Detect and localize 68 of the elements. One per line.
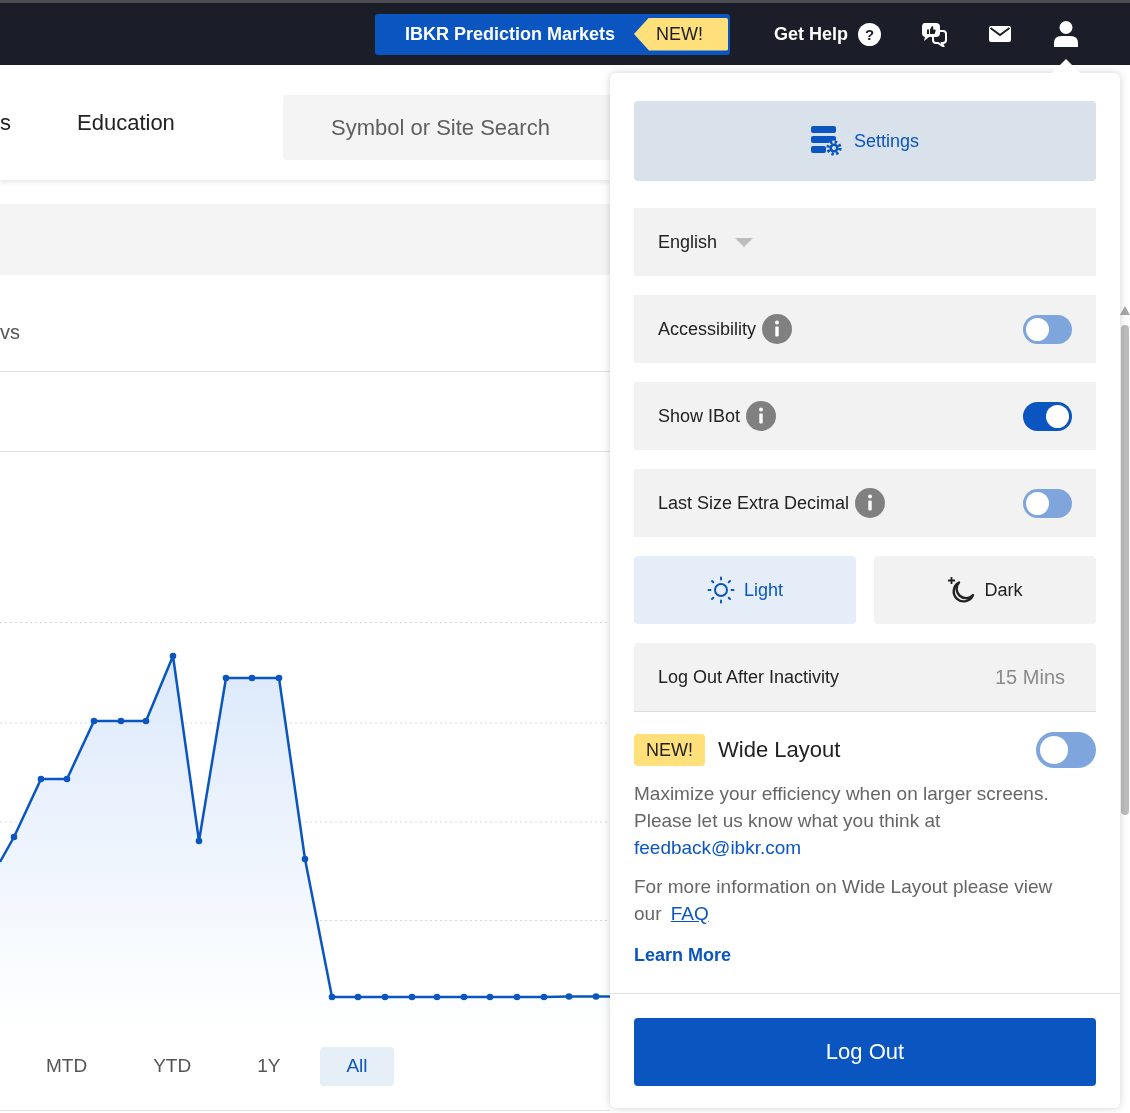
range-tab[interactable]: MTD — [20, 1046, 114, 1086]
data-point — [169, 652, 177, 660]
faq-note: For more information on Wide Layout please view our FAQ — [634, 875, 1054, 926]
info-icon[interactable] — [855, 488, 886, 518]
data-point — [381, 993, 389, 1001]
get-help-link[interactable]: Get Help ? — [774, 22, 881, 46]
user-icon[interactable] — [1054, 21, 1078, 47]
data-point — [37, 775, 45, 783]
data-point — [142, 717, 150, 725]
toggle-switch[interactable] — [1023, 488, 1072, 518]
caret-icon — [735, 237, 754, 247]
learn-more-link[interactable]: Learn More — [634, 945, 732, 966]
data-point — [63, 775, 71, 783]
theme-button[interactable]: Dark — [874, 556, 1096, 624]
data-point — [408, 993, 416, 1001]
data-point — [433, 993, 441, 1001]
setting-label: Accessibility — [658, 318, 757, 340]
data-point — [222, 674, 230, 682]
row-label: vs — [0, 320, 20, 344]
new-badge: NEW! — [634, 734, 705, 766]
promo-button[interactable]: IBKR Prediction Markets NEW! — [374, 13, 730, 55]
data-point — [540, 993, 548, 1001]
email-link[interactable]: feedback@ibkr.com — [634, 837, 802, 858]
data-point — [195, 837, 203, 845]
data-point — [301, 855, 309, 863]
toggle-switch[interactable] — [1023, 314, 1072, 344]
data-point — [592, 993, 600, 1000]
data-point — [328, 993, 336, 1001]
range-tab[interactable]: 1Y — [231, 1046, 307, 1086]
data-point — [248, 674, 256, 682]
inactivity-row[interactable]: Log Out After Inactivity 15 Mins — [634, 643, 1096, 712]
search-field[interactable]: Symbol or Site Search — [283, 95, 610, 160]
data-point — [90, 717, 98, 725]
data-point — [275, 674, 283, 682]
data-point — [460, 993, 468, 1001]
chat-bubbles-icon[interactable] — [921, 21, 947, 47]
data-point — [513, 993, 521, 1001]
wide-layout-description: Maximize your efficiency when on larger screens. Please let us know what you think at feedback@ibkr.com — [634, 782, 1050, 860]
language-dropdown[interactable]: English — [634, 208, 1096, 276]
new-badge: NEW! — [634, 17, 728, 51]
toggle-switch[interactable] — [1036, 732, 1096, 768]
scrollbar-thumb[interactable] — [1121, 325, 1129, 815]
log-out-button[interactable]: Log Out — [634, 1018, 1096, 1086]
sun-icon — [706, 576, 735, 604]
mail-icon[interactable] — [989, 26, 1011, 42]
theme-button[interactable]: Light — [634, 556, 856, 624]
inactivity-value: 15 Mins — [994, 665, 1065, 689]
data-point — [486, 993, 494, 1001]
info-icon[interactable] — [746, 401, 777, 431]
settings-icon — [810, 126, 842, 156]
toggle-switch[interactable] — [1023, 401, 1072, 431]
faq-link[interactable]: FAQ — [670, 903, 709, 924]
data-point — [10, 833, 18, 841]
inactivity-label: Log Out After Inactivity — [658, 666, 840, 688]
settings-button[interactable]: Settings — [634, 101, 1096, 181]
data-point — [354, 993, 362, 1001]
moon-icon — [947, 576, 976, 604]
setting-label: Show IBot — [658, 405, 741, 427]
range-tab[interactable]: All — [320, 1046, 394, 1086]
data-point — [117, 717, 125, 725]
setting-label: Last Size Extra Decimal — [658, 492, 850, 514]
nav-link[interactable]: Education — [77, 109, 175, 136]
help-icon: ? — [858, 22, 881, 46]
info-icon[interactable] — [762, 314, 793, 344]
range-tab[interactable]: YTD — [127, 1046, 218, 1086]
data-point — [565, 993, 573, 1000]
wide-layout-title: Wide Layout — [718, 737, 841, 763]
nav-link[interactable]: s — [0, 109, 11, 136]
